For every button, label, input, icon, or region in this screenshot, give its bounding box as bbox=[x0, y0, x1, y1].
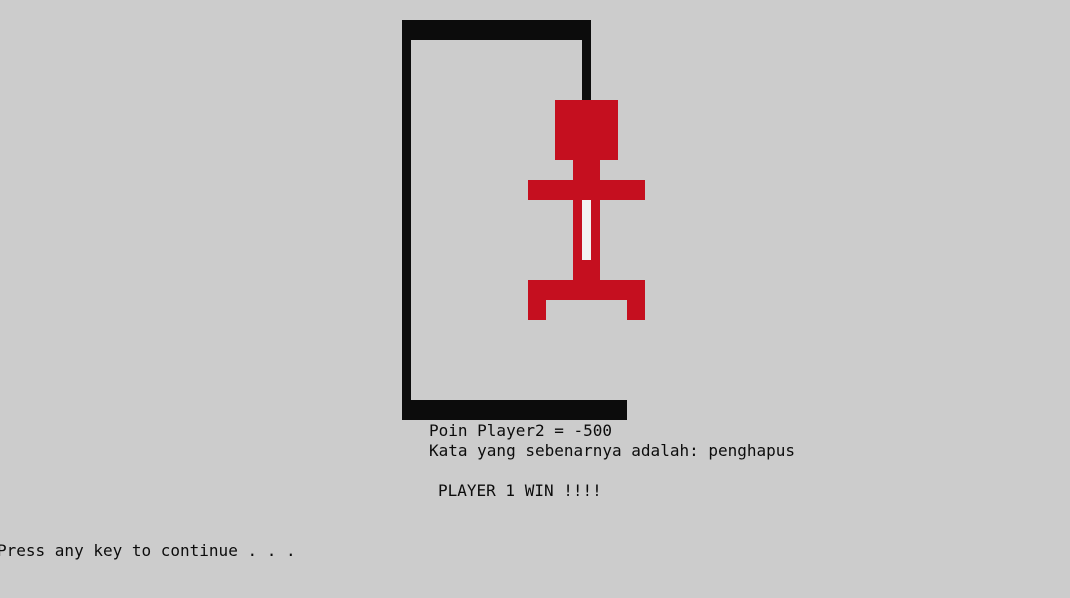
answer-line: Kata yang sebenarnya adalah: penghapus bbox=[429, 441, 796, 460]
figure-torso-highlight bbox=[582, 200, 591, 260]
figure-head bbox=[555, 100, 618, 160]
gallows-top-beam bbox=[402, 20, 591, 40]
figure-neck bbox=[573, 160, 600, 180]
figure-right-leg bbox=[627, 300, 645, 320]
gallows-post bbox=[402, 20, 411, 420]
gallows-base bbox=[402, 400, 627, 420]
gallows-rope bbox=[582, 20, 591, 100]
figure-left-leg bbox=[528, 300, 546, 320]
figure-arms bbox=[528, 180, 645, 200]
result-line: PLAYER 1 WIN !!!! bbox=[438, 481, 602, 500]
figure-hips bbox=[528, 280, 645, 300]
continue-prompt: Press any key to continue . . . bbox=[0, 541, 296, 560]
score-line: Poin Player2 = -500 bbox=[429, 421, 613, 440]
